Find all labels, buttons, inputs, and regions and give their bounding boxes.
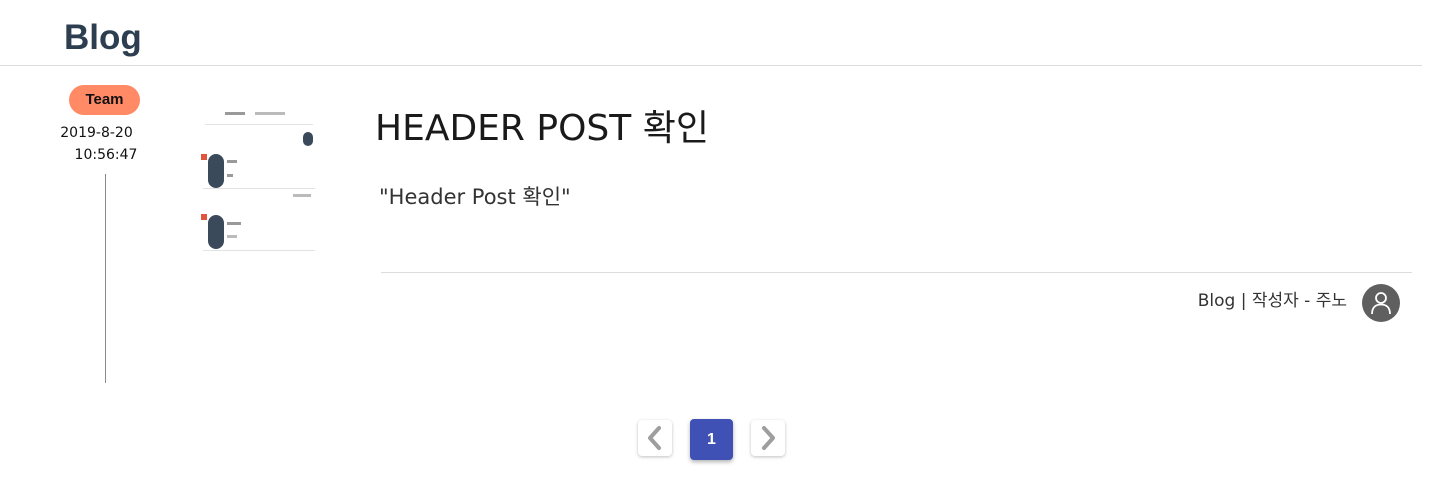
thumbnail-avatar xyxy=(208,154,224,188)
pagination-prev-button[interactable] xyxy=(638,420,672,456)
post-thumbnail[interactable] xyxy=(197,102,321,254)
chevron-left-icon xyxy=(648,426,661,450)
post-datetime: 2019-8-20 10:56:47 xyxy=(60,122,150,166)
thumbnail-text xyxy=(227,174,233,177)
post-date: 2019-8-20 xyxy=(60,125,133,141)
thumbnail-text xyxy=(227,222,241,225)
thumbnail-text xyxy=(225,112,245,115)
thumbnail-line xyxy=(205,124,313,125)
post-title[interactable]: HEADER POST 확인 xyxy=(375,104,709,154)
post-time: 10:56:47 xyxy=(74,147,138,163)
thumbnail-text xyxy=(227,160,237,163)
post-summary: "Header Post 확인" xyxy=(379,185,571,209)
author-avatar[interactable] xyxy=(1362,284,1400,322)
thumbnail-text xyxy=(255,112,285,115)
category-badge[interactable]: Team xyxy=(69,85,140,115)
post-meta: Blog | 작성자 - 주노 xyxy=(1197,291,1347,311)
post-timeline: Team 2019-8-20 10:56:47 xyxy=(60,84,150,384)
pagination-next-button[interactable] xyxy=(751,420,785,456)
app-header: Blog xyxy=(0,0,1422,66)
thumbnail-avatar xyxy=(303,132,313,146)
thumbnail-avatar xyxy=(208,215,224,249)
blog-title[interactable]: Blog xyxy=(64,18,142,58)
post-divider xyxy=(381,272,1412,273)
user-icon xyxy=(1371,292,1391,315)
thumbnail-badge xyxy=(201,154,207,160)
chevron-right-icon xyxy=(762,426,775,450)
thumbnail-badge xyxy=(201,214,207,220)
thumbnail-text xyxy=(227,235,237,238)
timeline-line xyxy=(105,174,106,383)
pagination-page-1[interactable]: 1 xyxy=(690,419,733,460)
thumbnail-text xyxy=(293,194,311,197)
